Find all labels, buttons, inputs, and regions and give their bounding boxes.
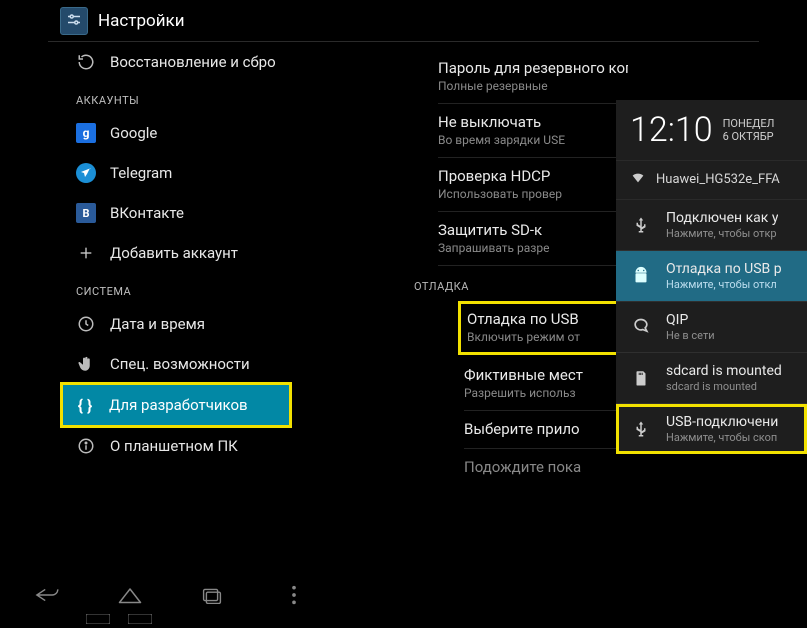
option-title: Проверка HDCP (438, 167, 628, 185)
usb-icon (624, 412, 658, 446)
option-subtitle: Во время зарядки USE (438, 133, 628, 147)
notification-usb-connection[interactable]: USB-подключени Нажмите, чтобы скоп (616, 404, 807, 454)
sidebar-item-date-time[interactable]: Дата и время (62, 304, 290, 344)
notification-title: Подключен как у (666, 210, 778, 226)
option-title: Выберите прило (464, 420, 628, 438)
home-button[interactable] (112, 583, 148, 607)
status-bar-indicators (86, 609, 152, 621)
sidebar-item-about-tablet[interactable]: О планшетном ПК (62, 426, 290, 466)
backup-reset-icon (76, 52, 96, 72)
notification-subtitle: Нажмите, чтобы скоп (666, 431, 778, 444)
option-mock-locations[interactable]: Фиктивные мест Разрешить использ (464, 357, 628, 411)
app-title: Настройки (98, 11, 185, 31)
option-title: Фиктивные мест (464, 366, 628, 384)
section-header-debugging: ОТЛАДКА (414, 266, 628, 299)
notification-sdcard-mounted[interactable]: sdcard is mounted sdcard is mounted (616, 353, 807, 404)
status-indicator-icon (86, 609, 110, 621)
sidebar-item-label: Для разработчиков (109, 396, 248, 414)
clock-row[interactable]: 12:10 ПОНЕДЕЛ 6 ОКТЯБР (616, 100, 807, 161)
vkontakte-icon: B (76, 203, 96, 223)
notification-subtitle: Нажмите, чтобы откр (666, 227, 778, 240)
sidebar-item-telegram[interactable]: Telegram (62, 153, 290, 193)
option-title: Подождите пока (464, 458, 628, 476)
notification-panel: 12:10 ПОНЕДЕЛ 6 ОКТЯБР Huawei_HG532e_FFA… (616, 100, 807, 454)
notification-qip[interactable]: QIP Не в сети (616, 302, 807, 353)
settings-app-icon (60, 7, 88, 35)
navigation-bar (30, 583, 312, 607)
notification-subtitle: Не в сети (666, 329, 715, 342)
section-header-system: СИСТЕМА (62, 273, 290, 304)
sidebar-item-developer-options[interactable]: { } Для разработчиков (60, 382, 292, 428)
option-stay-awake[interactable]: Не выключать Во время зарядки USE (438, 104, 628, 158)
notification-title: sdcard is mounted (666, 363, 782, 379)
sidebar-item-label: Восстановление и сбро (110, 53, 276, 71)
notification-usb-connected[interactable]: Подключен как у Нажмите, чтобы откр (616, 200, 807, 251)
option-subtitle: Полные резервные (438, 79, 628, 93)
wifi-status[interactable]: Huawei_HG532e_FFA (616, 161, 807, 200)
sidebar-item-label: Google (110, 124, 157, 142)
option-title: Пароль для резервного копирования (438, 59, 628, 77)
google-icon: g (76, 123, 96, 143)
option-usb-debugging[interactable]: Отладка по USB Включить режим от (458, 301, 634, 355)
sidebar-item-label: Дата и время (110, 315, 205, 333)
back-button[interactable] (30, 583, 66, 607)
settings-sidebar: Восстановление и сбро АККАУНТЫ g Google … (62, 42, 290, 562)
option-title: Защитить SD-к (438, 221, 628, 239)
option-subtitle: Разрешить использ (464, 386, 628, 400)
option-subtitle: Включить режим от (467, 330, 625, 344)
info-icon (76, 436, 96, 456)
option-title: Отладка по USB (467, 310, 625, 328)
sidebar-item-label: О планшетном ПК (110, 437, 238, 455)
clock-icon (76, 314, 96, 334)
option-backup-password[interactable]: Пароль для резервного копирования Полные… (438, 50, 628, 104)
braces-icon: { } (75, 395, 95, 415)
status-date: ПОНЕДЕЛ 6 ОКТЯБР (723, 117, 775, 143)
plus-icon (76, 243, 96, 263)
sdcard-icon (624, 361, 658, 395)
sidebar-item-backup-reset[interactable]: Восстановление и сбро (62, 42, 290, 82)
sidebar-item-accessibility[interactable]: Спец. возможности (62, 344, 290, 384)
recent-apps-button[interactable] (194, 583, 230, 607)
notification-subtitle: sdcard is mounted (666, 380, 782, 393)
notification-title: QIP (666, 312, 715, 328)
option-subtitle: Запрашивать разре (438, 241, 628, 255)
qip-icon (624, 310, 658, 344)
wifi-ssid: Huawei_HG532e_FFA (656, 172, 780, 187)
status-indicator-icon (128, 609, 152, 621)
option-protect-sdcard[interactable]: Защитить SD-к Запрашивать разре (438, 212, 628, 266)
telegram-icon (76, 163, 96, 183)
android-icon (624, 259, 658, 293)
sidebar-item-label: ВКонтакте (110, 204, 184, 222)
notification-title: USB-подключени (666, 414, 778, 430)
option-select-debug-app[interactable]: Выберите прило (464, 411, 628, 449)
option-subtitle: Использовать провер (438, 187, 628, 201)
option-wait-for-debugger[interactable]: Подождите пока (464, 449, 628, 486)
sidebar-item-google[interactable]: g Google (62, 113, 290, 153)
developer-options-list: Пароль для резервного копирования Полные… (438, 50, 628, 486)
sidebar-item-add-account[interactable]: Добавить аккаунт (62, 233, 290, 273)
option-hdcp-check[interactable]: Проверка HDCP Использовать провер (438, 158, 628, 212)
option-title: Не выключать (438, 113, 628, 131)
slider-icon (65, 12, 83, 30)
status-clock: 12:10 (630, 110, 713, 150)
sidebar-item-label: Telegram (110, 164, 172, 182)
wifi-icon (630, 169, 646, 189)
hand-icon (76, 354, 96, 374)
notification-subtitle: Нажмите, чтобы откл (666, 278, 782, 291)
usb-icon (624, 208, 658, 242)
sidebar-item-label: Спец. возможности (110, 355, 250, 373)
sidebar-item-label: Добавить аккаунт (110, 244, 238, 262)
notification-usb-debugging[interactable]: Отладка по USB р Нажмите, чтобы откл (616, 251, 807, 302)
app-header: Настройки (48, 0, 759, 42)
sidebar-item-vkontakte[interactable]: B ВКонтакте (62, 193, 290, 233)
section-header-accounts: АККАУНТЫ (62, 82, 290, 113)
notification-title: Отладка по USB р (666, 261, 782, 277)
menu-button[interactable] (276, 583, 312, 607)
